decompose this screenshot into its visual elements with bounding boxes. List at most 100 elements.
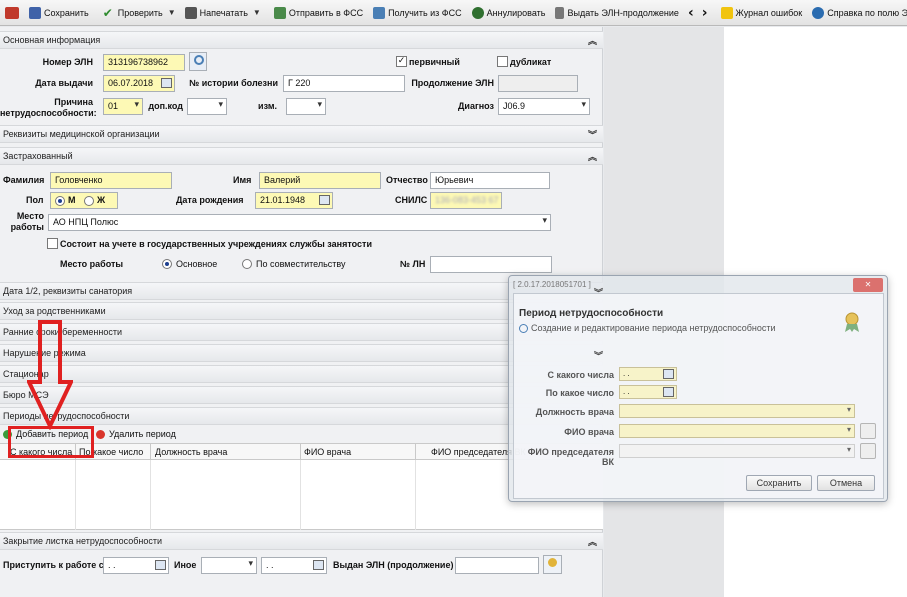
send-icon <box>273 6 286 19</box>
employment-service-label: Состоит на учете в государственных учреж… <box>60 239 372 249</box>
surname-input[interactable]: Головченко <box>50 172 172 189</box>
name-input[interactable]: Валерий <box>259 172 381 189</box>
continuation-input[interactable] <box>498 75 578 92</box>
section-title: Закрытие листка нетрудоспособности <box>3 536 162 546</box>
other-select[interactable] <box>201 557 257 574</box>
save-label: Сохранить <box>44 7 89 18</box>
delete-period-label: Удалить период <box>109 429 176 439</box>
other-date-input[interactable]: . . <box>261 557 327 574</box>
issued-continuation-input[interactable] <box>455 557 539 574</box>
check-dropdown-icon[interactable]: ▼ <box>168 8 180 17</box>
save-button[interactable]: Сохранить <box>24 2 94 24</box>
printer-icon <box>184 6 197 19</box>
job-main-radio[interactable] <box>162 259 172 269</box>
collapse-icon[interactable]: ︽ <box>588 535 597 548</box>
ln-number-input[interactable] <box>430 256 552 273</box>
job-part-radio[interactable] <box>242 259 252 269</box>
send-fss-label: Отправить в ФСС <box>288 7 364 18</box>
back-icon[interactable]: ‹ <box>684 5 698 21</box>
reason-label: Причина <box>54 97 93 107</box>
collapse-icon[interactable]: ︽ <box>588 150 597 163</box>
section-insured[interactable]: Застрахованный ︽ <box>0 147 603 165</box>
snils-label: СНИЛС <box>395 195 428 205</box>
check-button[interactable]: ✔ Проверить <box>98 2 168 24</box>
annul-button[interactable]: Аннулировать <box>467 2 551 24</box>
eln-lookup-button[interactable] <box>189 52 207 71</box>
column-divider <box>150 444 151 460</box>
sex-radio-group: М Ж <box>50 192 118 209</box>
receive-fss-label: Получить из ФСС <box>388 7 462 18</box>
doctor-lookup-button[interactable] <box>860 423 876 439</box>
history-input[interactable]: Г 220 <box>283 75 405 92</box>
eln-number-input[interactable]: 313196738962 <box>103 54 185 71</box>
help-button[interactable]: Справка по полю ЭЛ <box>807 2 907 24</box>
birth-date-input[interactable]: 21.01.1948 <box>255 192 333 209</box>
calendar-icon[interactable] <box>663 387 674 397</box>
change-select[interactable] <box>286 98 326 115</box>
sex-male-radio[interactable] <box>55 196 65 206</box>
calendar-icon[interactable] <box>161 78 172 88</box>
issue-continuation-button[interactable]: Выдать ЭЛН-продолжение <box>550 2 683 24</box>
chair-name-select[interactable] <box>619 444 855 458</box>
sex-label: Пол <box>26 195 44 205</box>
send-fss-button[interactable]: Отправить в ФСС <box>269 2 368 24</box>
expand-icon[interactable]: ︾ <box>588 128 597 141</box>
dialog-close-button[interactable]: ✕ <box>853 278 883 292</box>
diagnosis-label: Диагноз <box>458 101 494 111</box>
sex-female-radio[interactable] <box>84 196 94 206</box>
delete-period-button[interactable]: Удалить период <box>96 429 176 439</box>
section-med-org[interactable]: Реквизиты медицинской организации ︾ <box>0 125 603 143</box>
expand-icon[interactable]: ︾ <box>594 286 603 299</box>
print-button[interactable]: Напечатать <box>180 2 253 24</box>
to-date-input[interactable]: . . <box>619 385 677 399</box>
calendar-icon[interactable] <box>313 560 324 570</box>
expand-icon[interactable]: ︾ <box>594 349 603 362</box>
error-log-label: Журнал ошибок <box>735 7 803 18</box>
section-basic-info[interactable]: Основная информация ︽ <box>0 31 603 49</box>
section-closing[interactable]: Закрытие листка нетрудоспособности ︽ <box>0 532 603 550</box>
snils-input[interactable]: 136-083-453 67 <box>430 192 502 209</box>
dialog-cancel-button[interactable]: Отмена <box>817 475 875 491</box>
other-label: Иное <box>174 560 197 570</box>
section-title: Дата 1/2, реквизиты санатория <box>3 286 133 296</box>
collapse-icon[interactable]: ︽ <box>588 34 597 47</box>
column-divider <box>415 460 416 530</box>
job-main-label: Основное <box>176 259 218 269</box>
close-icon: ✕ <box>864 280 872 289</box>
print-dropdown-icon[interactable]: ▼ <box>253 8 265 17</box>
receive-fss-button[interactable]: Получить из ФСС <box>368 2 467 24</box>
award-badge-icon <box>843 311 861 333</box>
error-log-button[interactable]: Журнал ошибок <box>716 2 808 24</box>
snils-value: 136-083-453 67 <box>435 195 499 205</box>
home-button[interactable] <box>0 2 24 24</box>
diagnosis-select[interactable]: J06.9 <box>498 98 590 115</box>
start-work-label: Приступить к работе с <box>3 560 104 570</box>
home-icon <box>5 6 19 19</box>
employment-service-checkbox[interactable] <box>47 238 58 249</box>
reason-select[interactable]: 01 <box>103 98 143 115</box>
from-date-input[interactable]: . . <box>619 367 677 381</box>
workplace-select[interactable]: АО НПЦ Полюс <box>48 214 551 231</box>
duplicate-checkbox[interactable] <box>497 56 508 67</box>
issue-date-input[interactable]: 06.07.2018 <box>103 75 175 92</box>
start-work-input[interactable]: . . <box>103 557 169 574</box>
calendar-icon[interactable] <box>319 195 330 205</box>
patronymic-input[interactable]: Юрьевич <box>430 172 550 189</box>
calendar-icon[interactable] <box>663 369 674 379</box>
start-work-value: . . <box>108 560 116 570</box>
forward-icon[interactable]: › <box>698 5 712 21</box>
annotation-arrow-icon <box>27 320 73 430</box>
document-icon <box>555 6 565 19</box>
calendar-icon[interactable] <box>155 560 166 570</box>
doctor-name-select[interactable] <box>619 424 855 438</box>
issued-lookup-button[interactable] <box>543 555 562 574</box>
chair-lookup-button[interactable] <box>860 443 876 459</box>
surname-label: Фамилия <box>3 175 45 185</box>
doctor-position-select[interactable] <box>619 404 855 418</box>
warning-icon <box>720 6 733 19</box>
primary-checkbox[interactable]: ✓ <box>396 56 407 67</box>
extra-code-select[interactable] <box>187 98 227 115</box>
dialog-save-button[interactable]: Сохранить <box>746 475 812 491</box>
primary-label: первичный <box>409 57 460 67</box>
doctor-position-label: Должность врача <box>535 407 614 417</box>
